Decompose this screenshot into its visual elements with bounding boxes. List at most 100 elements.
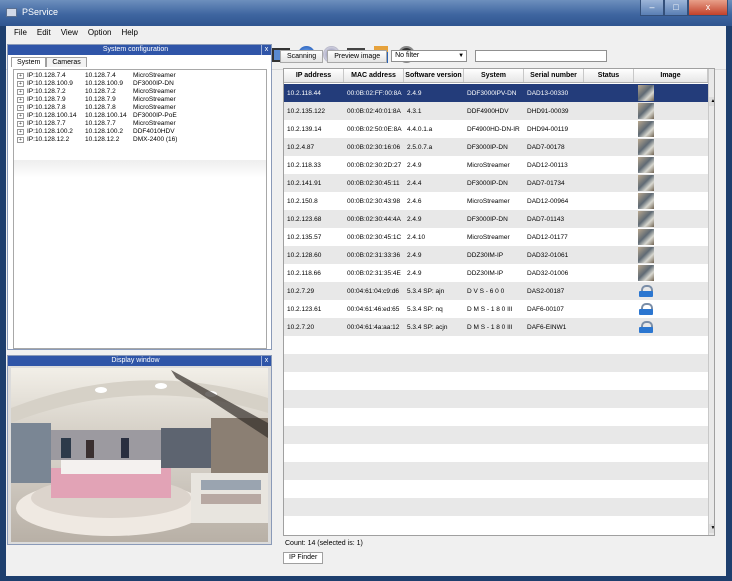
expand-icon[interactable]: + (17, 121, 24, 127)
column-serial-number[interactable]: Serial number (524, 69, 584, 82)
camera-thumbnail (638, 175, 654, 191)
table-row[interactable]: 10.2.118.44 00:0B:02:FF:00:8A 2.4.9 DDF3000… (284, 84, 708, 102)
cell-serial: DAD12-00113 (527, 161, 568, 169)
menu-view[interactable]: View (56, 26, 83, 40)
store-scene-icon (11, 368, 268, 542)
table-body: 10.2.118.44 00:0B:02:FF:00:8A 2.4.9 DDF3000… (284, 84, 708, 534)
empty-row (284, 336, 708, 354)
maximize-button[interactable]: □ (664, 0, 688, 16)
tree-item[interactable]: + IP:10.128.7.9 10.128.7.9 MicroStreamer (14, 96, 266, 104)
camera-thumbnail (638, 157, 654, 173)
table-row[interactable]: 10.2.139.14 00:0B:02:50:0E:8A 4.4.0.1.a DF4… (284, 120, 708, 138)
table-row[interactable]: 10.2.118.66 00:0B:02:31:35:4E 2.4.9 DDZ30IM… (284, 264, 708, 282)
cell-image (634, 229, 708, 245)
tree-item[interactable]: + IP:10.128.7.8 10.128.7.8 MicroStreamer (14, 104, 266, 112)
cell-ip: 10.2.150.8 (287, 197, 318, 205)
scroll-down-icon[interactable]: ▼ (709, 524, 714, 533)
tree-item[interactable]: + IP:10.128.100.9 10.128.100.9 DF3000IP-DN (14, 80, 266, 88)
expand-icon[interactable]: + (17, 105, 24, 111)
cell-sw: 2.4.9 (407, 89, 422, 97)
tree-item[interactable]: + IP:10.128.7.2 10.128.7.2 MicroStreamer (14, 88, 266, 96)
cell-image (634, 265, 708, 281)
table-row[interactable]: 10.2.135.57 00:0B:02:30:45:1C 2.4.10 MicroS… (284, 228, 708, 246)
scroll-up-icon[interactable]: ▲ (709, 97, 714, 106)
expand-icon[interactable]: + (17, 81, 24, 87)
table-row[interactable]: 10.2.150.8 00:0B:02:30:43:98 2.4.6 MicroStr… (284, 192, 708, 210)
scanning-button[interactable]: Scanning (280, 49, 324, 63)
expand-icon[interactable]: + (17, 73, 24, 79)
camera-thumbnail (638, 139, 654, 155)
lock-icon (639, 285, 653, 297)
camera-thumbnail (638, 211, 654, 227)
tab-cameras[interactable]: Cameras (46, 57, 87, 67)
table-row[interactable]: 10.2.128.60 00:0B:02:31:33:36 2.4.9 DDZ30IM… (284, 246, 708, 264)
cell-serial: DHD94-00119 (527, 125, 569, 133)
table-row[interactable]: 10.2.123.61 00:04:61:46:ed:65 5.3.4 SP: nq… (284, 300, 708, 318)
tree-item[interactable]: + IP:10.128.7.7 10.128.7.7 MicroStreamer (14, 120, 266, 128)
column-ip-address[interactable]: IP address (284, 69, 344, 82)
filter-select[interactable]: No filter ▼ (391, 50, 468, 62)
camera-thumbnail (638, 103, 654, 119)
menu-edit[interactable]: Edit (32, 26, 56, 40)
table-row[interactable]: 10.2.4.87 00:0B:02:30:16:06 2.5.0.7.a DF300… (284, 138, 708, 156)
table-row[interactable]: 10.2.118.33 00:0B:02:30:2D:27 2.4.9 MicroSt… (284, 156, 708, 174)
expand-icon[interactable]: + (17, 113, 24, 119)
system-tree: + IP:10.128.7.4 10.128.7.4 MicroStreamer + I… (13, 69, 267, 349)
cell-sw: 4.3.1 (407, 107, 422, 115)
column-status[interactable]: Status (584, 69, 634, 82)
empty-row (284, 408, 708, 426)
expand-icon[interactable]: + (17, 89, 24, 95)
cell-image (634, 103, 708, 119)
cell-serial: DAD12-01177 (527, 233, 568, 241)
tab-ip-finder[interactable]: IP Finder (283, 552, 324, 564)
panel-close-button[interactable]: x (261, 45, 271, 55)
cell-mac: 00:04:61:04:c9:d6 (347, 287, 400, 295)
window-controls: – □ x (640, 0, 728, 16)
camera-thumbnail (638, 85, 654, 101)
cell-ip: 10.2.118.44 (287, 89, 321, 97)
column-mac-address[interactable]: MAC address (344, 69, 404, 82)
tab-system[interactable]: System (11, 57, 47, 67)
cell-serial: DAD7-01734 (527, 179, 565, 187)
empty-row (284, 426, 708, 444)
close-button[interactable]: x (688, 0, 728, 16)
tree-item[interactable]: + IP:10.128.100.14 10.128.100.14 DF3000IP-P… (14, 112, 266, 120)
tree-item[interactable]: + IP:10.128.12.2 10.128.12.2 DMX-2400 (16) (14, 136, 266, 144)
cell-serial: DHD91-00039 (527, 107, 569, 115)
vertical-scrollbar[interactable]: ▲ ▼ (708, 69, 714, 535)
cell-ip: 10.2.139.14 (287, 125, 322, 133)
column-software-version[interactable]: Software version (404, 69, 464, 82)
cell-ip: 10.2.123.68 (287, 215, 322, 223)
empty-row (284, 498, 708, 516)
menu-help[interactable]: Help (116, 26, 142, 40)
table-row[interactable]: 10.2.7.20 00:04:61:4a:aa:12 5.3.4 SP: acjn… (284, 318, 708, 336)
camera-thumbnail (638, 229, 654, 245)
panel-close-button[interactable]: x (261, 356, 271, 366)
cell-image (634, 321, 708, 333)
table-row[interactable]: 10.2.141.91 00:0B:02:30:45:11 2.4.4 DF3000I… (284, 174, 708, 192)
cell-system: DDZ30IM-IP (467, 251, 504, 259)
camera-thumbnail (638, 265, 654, 281)
cell-system: MicroStreamer (467, 161, 510, 169)
table-row[interactable]: 10.2.7.29 00:04:61:04:c9:d6 5.3.4 SP: ajn D… (284, 282, 708, 300)
table-row[interactable]: 10.2.123.68 00:0B:02:30:44:4A 2.4.9 DF3000I… (284, 210, 708, 228)
menu-file[interactable]: File (9, 26, 32, 40)
column-image[interactable]: Image (634, 69, 708, 82)
cell-ip: 10.2.141.91 (287, 179, 322, 187)
menu-option[interactable]: Option (83, 26, 117, 40)
column-system[interactable]: System (464, 69, 524, 82)
display-window-panel: Display window x (7, 355, 272, 545)
expand-icon[interactable]: + (17, 129, 24, 135)
tree-item[interactable]: + IP:10.128.7.4 10.128.7.4 MicroStreamer (14, 72, 266, 80)
cell-system: D V S - 6 0 0 (467, 287, 505, 295)
empty-row (284, 372, 708, 390)
tree-item[interactable]: + IP:10.128.100.2 10.128.100.2 DDF4010HDV (14, 128, 266, 136)
panel-title: System configuration (8, 45, 263, 55)
preview-image-button[interactable]: Preview image (327, 49, 388, 63)
cell-serial: DAD12-00964 (527, 197, 569, 205)
table-row[interactable]: 10.2.135.122 00:0B:02:40:01:8A 4.3.1 DDF490… (284, 102, 708, 120)
search-input[interactable] (475, 50, 608, 62)
expand-icon[interactable]: + (17, 137, 24, 143)
minimize-button[interactable]: – (640, 0, 664, 16)
expand-icon[interactable]: + (17, 97, 24, 103)
